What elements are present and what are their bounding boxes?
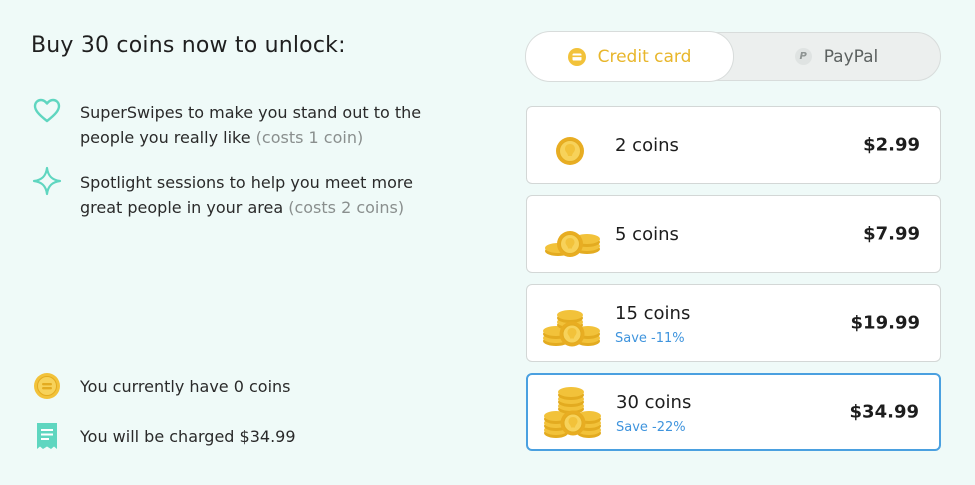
feature-text: Spotlight sessions to help you meet more… — [80, 170, 460, 220]
pack-price: $2.99 — [863, 134, 920, 156]
credit-card-icon — [567, 47, 586, 66]
feature-cost: (costs 1 coin) — [255, 128, 364, 147]
benefits-panel: Buy 30 coins now to unlock: SuperSwipes … — [0, 0, 500, 485]
pack-savings: Save -22% — [616, 420, 686, 435]
paypal-icon: P — [794, 48, 812, 65]
coin-icon — [32, 371, 62, 401]
pack-name: 30 coins — [616, 392, 692, 413]
pack-price: $19.99 — [850, 312, 920, 334]
paypal-label: PayPal — [823, 46, 879, 67]
coin-pack-15[interactable]: 15 coins Save -11% $19.99 — [526, 284, 941, 362]
coin-pack-5[interactable]: 5 coins $7.99 — [526, 195, 941, 273]
pack-name: 2 coins — [615, 135, 679, 156]
feature-cost: (costs 2 coins) — [288, 198, 405, 217]
coin-stack-icon — [541, 285, 603, 361]
heart-outline-icon — [32, 96, 62, 126]
pack-price: $34.99 — [849, 401, 919, 423]
coin-stack-icon — [541, 196, 603, 272]
paypal-option[interactable]: P PayPal — [733, 33, 940, 80]
charge-summary: You will be charged $34.99 — [32, 421, 296, 451]
coin-stack-icon — [541, 107, 603, 183]
current-balance: You currently have 0 coins — [32, 371, 291, 401]
pack-name: 15 coins — [615, 303, 691, 324]
balance-text: You currently have 0 coins — [80, 376, 291, 396]
receipt-icon — [32, 421, 62, 451]
sparkle-icon — [32, 166, 62, 196]
feature-spotlight: Spotlight sessions to help you meet more… — [32, 166, 460, 220]
feature-description: SuperSwipes to make you stand out to the… — [80, 103, 422, 147]
page-title: Buy 30 coins now to unlock: — [31, 33, 346, 58]
credit-card-option[interactable]: Credit card — [526, 32, 733, 81]
coin-stack-icon — [542, 375, 604, 449]
credit-card-label: Credit card — [597, 46, 692, 67]
coin-pack-2[interactable]: 2 coins $2.99 — [526, 106, 941, 184]
feature-superswipes: SuperSwipes to make you stand out to the… — [32, 98, 460, 150]
pack-price: $7.99 — [863, 223, 920, 245]
pack-savings: Save -11% — [615, 331, 685, 346]
coin-pack-30[interactable]: 30 coins Save -22% $34.99 — [526, 373, 941, 451]
feature-text: SuperSwipes to make you stand out to the… — [80, 100, 460, 150]
payment-method-toggle: Credit card P PayPal — [526, 32, 941, 81]
pack-name: 5 coins — [615, 224, 679, 245]
charge-text: You will be charged $34.99 — [80, 426, 296, 446]
